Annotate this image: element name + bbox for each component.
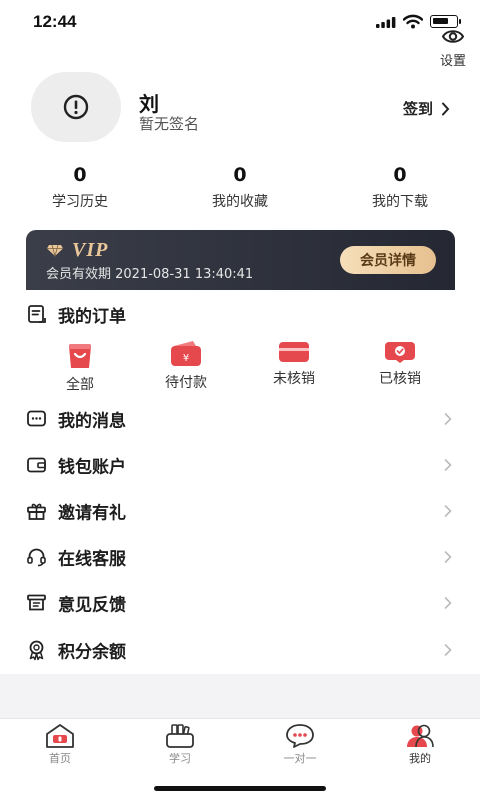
user-signature: 暂无签名 [139, 115, 200, 133]
stat-value: 0 [73, 164, 87, 186]
gift-icon [27, 503, 46, 520]
orders-title: 我的订单 [58, 307, 126, 327]
checkin-label: 签到 [402, 100, 433, 118]
tab-mine[interactable]: 我的 [380, 723, 460, 766]
order-unverified[interactable]: 未核销 [254, 340, 334, 388]
books-icon [166, 724, 194, 748]
menu-label: 邀请有礼 [58, 503, 126, 524]
tab-one-on-one[interactable]: 一对一 [260, 723, 340, 766]
verified-icon [385, 342, 415, 363]
stat-value: 0 [393, 164, 407, 186]
order-unverified-label: 未核销 [273, 371, 315, 387]
chevron-right-icon [444, 551, 452, 563]
order-status-row: 全部 ¥ 待付款 未核销 已核销 [0, 340, 480, 393]
settings-button[interactable]: 设置 [440, 28, 466, 69]
status-bar: 12:44 [0, 0, 480, 44]
diamond-icon [47, 244, 63, 257]
order-all[interactable]: 全部 [40, 340, 120, 394]
vip-details-button[interactable]: 会员详情 [340, 246, 436, 274]
order-pending-label: 待付款 [165, 375, 207, 391]
home-icon [46, 724, 74, 748]
wifi-icon [403, 14, 423, 29]
feedback-icon [27, 594, 46, 611]
menu-item-wallet[interactable]: 钱包账户 [0, 442, 480, 488]
tab-study[interactable]: 学习 [140, 723, 220, 766]
menu-item-invite[interactable]: 邀请有礼 [0, 488, 480, 534]
chat-icon [286, 724, 314, 748]
eye-icon [441, 30, 465, 43]
order-verified-label: 已核销 [379, 371, 421, 387]
order-pending-payment[interactable]: ¥ 待付款 [146, 340, 226, 392]
tab-home[interactable]: 首页 [20, 723, 100, 766]
settings-label: 设置 [439, 54, 466, 69]
tab-label: 一对一 [283, 752, 317, 765]
vip-card: VIP 会员有效期 2021-08-31 13:40:41 会员详情 [26, 230, 455, 290]
receipt-icon [28, 305, 46, 323]
chevron-right-icon [444, 459, 452, 471]
vip-title: VIP [46, 239, 108, 262]
chevron-right-icon [444, 644, 452, 656]
vip-badge: VIP [72, 239, 109, 261]
card-icon [279, 342, 309, 362]
headset-icon [27, 548, 46, 567]
menu-item-points[interactable]: 积分余额 [0, 627, 480, 673]
tab-label: 学习 [169, 752, 191, 765]
stat-favorites[interactable]: 0 我的收藏 [160, 162, 320, 211]
order-verified[interactable]: 已核销 [360, 340, 440, 388]
orders-header[interactable]: 我的订单 [26, 302, 126, 327]
chevron-right-icon [444, 413, 452, 425]
stats-row: 0 学习历史 0 我的收藏 0 我的下载 [0, 162, 480, 211]
checkin-button[interactable]: 签到 [403, 98, 450, 119]
menu-label: 钱包账户 [58, 457, 126, 478]
avatar[interactable] [31, 72, 121, 142]
chevron-right-icon [444, 597, 452, 609]
svg-text:¥: ¥ [183, 353, 189, 364]
menu-label: 积分余额 [58, 642, 126, 663]
stat-value: 0 [233, 164, 247, 186]
stat-label: 我的收藏 [212, 194, 268, 210]
wallet-icon [27, 457, 46, 473]
message-icon [27, 410, 46, 427]
order-all-label: 全部 [66, 377, 94, 393]
bag-icon [69, 344, 91, 368]
stat-history[interactable]: 0 学习历史 [0, 162, 160, 211]
menu-item-customer-service[interactable]: 在线客服 [0, 534, 480, 580]
medal-icon [29, 640, 44, 661]
tab-label: 首页 [49, 752, 71, 765]
battery-icon [430, 15, 461, 28]
user-icon [407, 724, 434, 748]
wallet-icon: ¥ [171, 341, 201, 366]
stat-label: 我的下载 [372, 194, 428, 210]
status-time: 12:44 [33, 12, 77, 31]
alert-icon [63, 94, 89, 120]
home-indicator[interactable] [154, 786, 326, 791]
menu-label: 我的消息 [58, 411, 126, 432]
chevron-right-icon [444, 505, 452, 517]
menu-label: 意见反馈 [58, 595, 126, 616]
bottom-spacer [0, 674, 480, 718]
menu-label: 在线客服 [58, 549, 126, 570]
chevron-right-icon [442, 102, 450, 115]
menu-item-messages[interactable]: 我的消息 [0, 396, 480, 442]
menu-item-feedback[interactable]: 意见反馈 [0, 580, 480, 626]
tab-label: 我的 [409, 752, 431, 765]
stat-label: 学习历史 [52, 194, 108, 210]
signal-icon [376, 17, 396, 28]
stat-downloads[interactable]: 0 我的下载 [320, 162, 480, 211]
vip-expiry: 会员有效期 2021-08-31 13:40:41 [46, 267, 254, 282]
